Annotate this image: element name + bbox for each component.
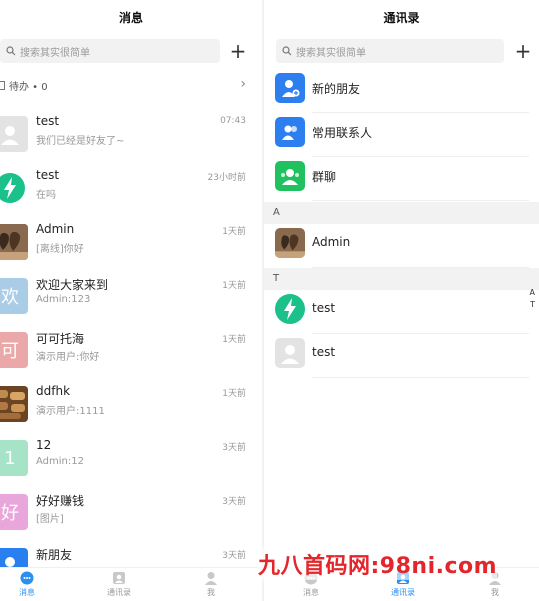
search-icon	[6, 46, 16, 56]
conversation-time: 1天前	[222, 335, 246, 345]
index-letter[interactable]: T	[530, 300, 535, 309]
conversation-time: 07:43	[220, 116, 246, 126]
conversation-time: 3天前	[222, 497, 246, 507]
conversation-name: 可可托海	[36, 332, 85, 346]
conversation-item[interactable]: ddfhk 演示用户:1111 1天前	[0, 382, 262, 436]
new-friend-icon	[275, 73, 305, 103]
search-placeholder: 搜索其实很简单	[20, 47, 90, 59]
letter-avatar: 可	[0, 332, 28, 368]
search-row: 搜索其实很简单 +	[264, 36, 539, 66]
menu-item-label: 常用联系人	[312, 126, 373, 140]
conversation-time: 23小时前	[207, 173, 246, 183]
contacts-icon	[275, 117, 305, 147]
row-divider	[312, 377, 529, 378]
conversation-name: 12	[36, 438, 52, 452]
tab-label: 通讯录	[391, 588, 415, 597]
conversation-item[interactable]: 好好好赚钱 [图片] 3天前	[0, 490, 262, 544]
add-button[interactable]: +	[223, 39, 253, 63]
conversation-time: 1天前	[222, 227, 246, 237]
conversation-item[interactable]: test 在吗 23小时前	[0, 166, 262, 220]
contact-item[interactable]: test	[264, 334, 539, 378]
person-avatar-icon	[275, 338, 305, 368]
conversation-time: 1天前	[222, 281, 246, 291]
letter-avatar: 好	[0, 494, 28, 530]
contact-item[interactable]: test	[264, 290, 539, 334]
conversation-name: test	[36, 114, 60, 128]
todo-label: 待办 • 0	[9, 81, 48, 93]
conversation-name: 好好赚钱	[36, 494, 85, 508]
conversation-name: ddfhk	[36, 384, 71, 398]
menu-item-label: 新的朋友	[312, 82, 361, 96]
add-button[interactable]: +	[508, 39, 538, 63]
contact-name: test	[312, 301, 336, 315]
tab-label: 消息	[303, 588, 319, 597]
page-title: 通讯录	[383, 10, 420, 25]
letter-avatar: 1	[0, 440, 28, 476]
conversation-time: 3天前	[222, 551, 246, 561]
person-avatar-icon	[0, 116, 28, 152]
conversation-item[interactable]: test 我们已经是好友了~ 07:43	[0, 112, 262, 166]
tab-label: 我	[491, 588, 499, 597]
conversation-time: 3天前	[222, 443, 246, 453]
tab-messages[interactable]: 消息	[7, 571, 47, 598]
conversation-preview: [离线]你好	[36, 244, 84, 255]
bread-photo-avatar	[0, 386, 28, 422]
lightning-avatar-icon	[274, 293, 306, 325]
tab-label: 通讯录	[107, 588, 131, 597]
contacts-menu-item[interactable]: 新的朋友	[264, 69, 539, 113]
conversation-preview: Admin:12	[36, 456, 84, 467]
search-input[interactable]: 搜索其实很简单	[276, 39, 504, 63]
contact-name: test	[312, 345, 336, 359]
group-chat-icon	[275, 161, 305, 191]
todo-row[interactable]: 待办 • 0 ›	[0, 66, 262, 104]
hearts-photo-avatar	[0, 224, 28, 260]
conversation-item[interactable]: 欢欢迎大家来到 Admin:123 1天前	[0, 274, 262, 328]
conversation-preview: 演示用户:你好	[36, 352, 100, 363]
conversation-preview: Admin:123	[36, 294, 91, 305]
search-placeholder: 搜索其实很简单	[296, 47, 366, 59]
search-icon	[282, 46, 292, 56]
me-tab-icon	[204, 571, 218, 585]
contacts-menu-item[interactable]: 常用联系人	[264, 113, 539, 157]
search-row: 搜索其实很简单 +	[0, 36, 262, 66]
conversation-item[interactable]: Admin [离线]你好 1天前	[0, 220, 262, 274]
messages-screen: 消息 搜索其实很简单 + 待办 • 0 › test 我们已经是好友了~ 07:43…	[0, 0, 262, 601]
index-letter[interactable]: A	[530, 288, 535, 297]
conversation-item[interactable]: 1 12 Admin:12 3天前	[0, 436, 262, 490]
contacts-menu-item[interactable]: 群聊	[264, 157, 539, 201]
conversation-name: 欢迎大家来到	[36, 278, 109, 292]
contact-item[interactable]: Admin	[264, 224, 539, 268]
page-title: 消息	[118, 10, 143, 25]
conversation-name: Admin	[36, 222, 75, 236]
conversation-time: 1天前	[222, 389, 246, 399]
search-input[interactable]: 搜索其实很简单	[0, 39, 220, 63]
contacts-tab-icon	[112, 571, 126, 585]
tab-label: 我	[207, 588, 215, 597]
conversation-name: test	[36, 168, 60, 182]
contacts-screen: 通讯录 搜索其实很简单 + 新的朋友常用联系人群聊 A Admin Ttest test…	[264, 0, 539, 601]
section-header: T	[264, 268, 539, 290]
conversation-preview: 在吗	[36, 190, 56, 201]
tab-label: 消息	[19, 588, 35, 597]
todo-icon	[0, 80, 5, 90]
conversation-preview: [图片]	[36, 514, 64, 525]
hearts-photo-avatar	[275, 228, 305, 258]
messages-tab-icon	[20, 571, 34, 585]
letter-avatar: 欢	[0, 278, 28, 314]
section-header: A	[264, 202, 539, 224]
tab-me[interactable]: 我	[191, 571, 231, 598]
lightning-avatar-icon	[0, 170, 28, 206]
conversation-item[interactable]: 可可可托海演示用户:你好 1天前	[0, 328, 262, 382]
watermark: 九八首码网:98ni.com	[258, 548, 498, 580]
row-divider	[312, 200, 529, 201]
chevron-right-icon: ›	[240, 76, 246, 92]
menu-item-label: 群聊	[312, 170, 337, 184]
tab-contacts[interactable]: 通讯录	[99, 571, 139, 598]
conversation-preview: 我们已经是好友了~	[36, 136, 125, 147]
conversation-preview: 演示用户:1111	[36, 406, 105, 417]
tab-bar: 消息 通讯录 我	[0, 567, 262, 601]
contact-name: Admin	[312, 235, 351, 249]
conversation-name: 新朋友	[36, 548, 73, 562]
